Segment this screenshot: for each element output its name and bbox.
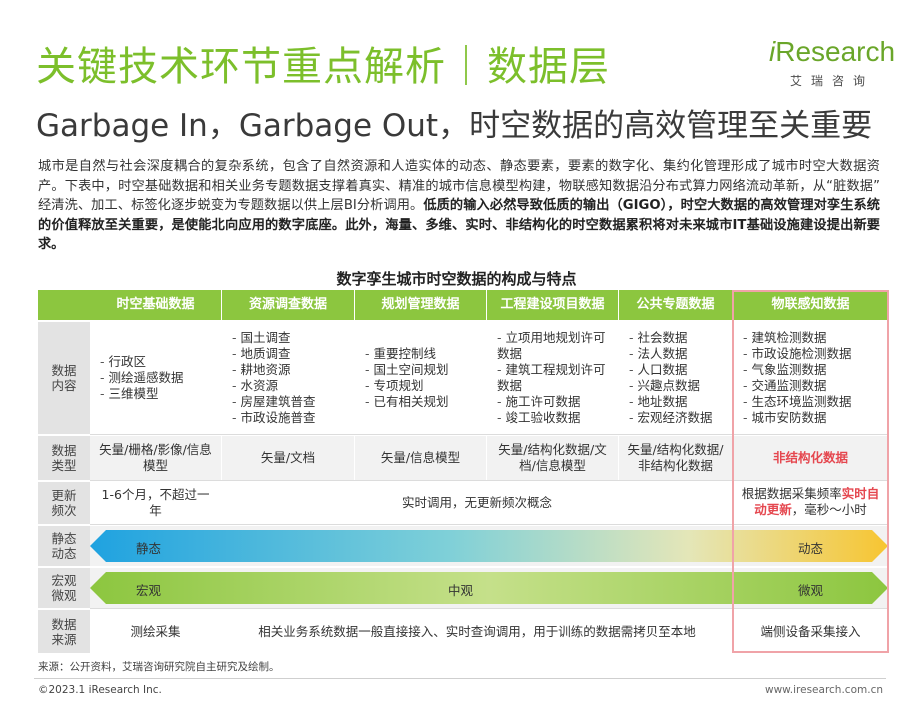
corner-cell xyxy=(38,290,90,320)
list-item: 气象监测数据 xyxy=(743,362,852,378)
type-planning: 矢量/信息模型 xyxy=(355,436,486,480)
list-item: 水资源 xyxy=(232,378,316,394)
col-header-iot: 物联感知数据 xyxy=(733,290,888,320)
type-resource: 矢量/文档 xyxy=(222,436,354,480)
static-dynamic-arrow xyxy=(90,530,888,562)
iresearch-logo: iResearch 艾瑞咨询 xyxy=(769,36,896,89)
list-item: 专项规划 xyxy=(365,378,449,394)
content-basic: 行政区 测绘遥感数据 三维模型 xyxy=(90,322,221,434)
row-divider xyxy=(90,524,888,525)
page-title: 关键技术环节重点解析｜数据层 xyxy=(36,44,610,90)
content-planning: 重要控制线 国土空间规划 专项规划 已有相关规划 xyxy=(355,322,486,434)
macro-label: 宏观 xyxy=(136,583,162,598)
source-note: 来源：公开资料，艾瑞咨询研究院自主研究及绘制。 xyxy=(38,661,280,673)
content-iot: 建筑检测数据 市政设施检测数据 气象监测数据 交通监测数据 生态环境监测数据 城… xyxy=(733,322,888,434)
meso-label: 中观 xyxy=(448,583,474,598)
row-divider xyxy=(90,434,888,435)
list-item: 人口数据 xyxy=(629,362,713,378)
list-item: 建筑检测数据 xyxy=(743,330,852,346)
intro-paragraph: 城市是自然与社会深度耦合的复杂系统，包含了自然资源和人造实体的动态、静态要素，要… xyxy=(38,157,880,255)
page-subtitle: Garbage In，Garbage Out，时空数据的高效管理至关重要 xyxy=(36,108,873,144)
list-item: 宏观经济数据 xyxy=(629,410,712,426)
row-label-content: 数据内容 xyxy=(38,322,90,434)
content-public: 社会数据 法人数据 人口数据 兴趣点数据 地址数据 宏观经济数据 xyxy=(619,322,732,434)
data-table: 时空基础数据 资源调查数据 规划管理数据 工程建设项目数据 公共专题数据 物联感… xyxy=(38,290,889,653)
row-divider xyxy=(90,480,888,481)
list-item: 社会数据 xyxy=(629,330,713,346)
update-basic: 1-6个月，不超过一年 xyxy=(101,487,210,518)
micro-label: 微观 xyxy=(798,583,824,598)
col-header-public: 公共专题数据 xyxy=(619,290,732,320)
col-header-resource: 资源调查数据 xyxy=(222,290,354,320)
list-item: 建筑工程规划许可数据 xyxy=(497,362,615,394)
list-item: 市政设施普查 xyxy=(232,410,315,426)
row-label-static-dynamic: 静态动态 xyxy=(38,526,90,566)
site-url: www.iresearch.com.cn xyxy=(764,684,883,696)
list-item: 城市安防数据 xyxy=(743,410,852,426)
list-item: 耕地资源 xyxy=(232,362,316,378)
list-item: 施工许可数据 xyxy=(497,394,615,410)
list-item: 已有相关规划 xyxy=(365,394,448,410)
update-iot-pre: 根据数据采集频率 xyxy=(741,486,842,501)
col-header-basic: 时空基础数据 xyxy=(90,290,221,320)
list-item: 国土调查 xyxy=(232,330,316,346)
source-iot: 端侧设备采集接入 xyxy=(760,623,861,639)
type-public: 矢量/结构化数据/非结构化数据 xyxy=(619,436,732,480)
list-item: 市政设施检测数据 xyxy=(743,346,851,362)
row-label-type: 数据类型 xyxy=(38,436,90,480)
list-item: 房屋建筑普查 xyxy=(232,394,315,410)
type-basic: 矢量/栅格/影像/信息模型 xyxy=(90,436,221,480)
row-label-scale: 宏观微观 xyxy=(38,568,90,608)
list-item: 行政区 xyxy=(100,354,184,370)
content-resource: 国土调查 地质调查 耕地资源 水资源 房屋建筑普查 市政设施普查 xyxy=(222,322,354,434)
footer-divider xyxy=(34,678,886,679)
list-item: 地址数据 xyxy=(629,394,713,410)
list-item: 立项用地规划许可数据 xyxy=(497,330,615,362)
content-engineering: 立项用地规划许可数据 建筑工程规划许可数据 施工许可数据 竣工验收数据 xyxy=(487,322,618,434)
list-item: 三维模型 xyxy=(100,386,184,402)
update-middle: 实时调用，无更新频次概念 xyxy=(401,495,552,510)
update-iot-post: ，毫秒～小时 xyxy=(791,502,867,517)
list-item: 地质调查 xyxy=(232,346,316,362)
row-label-source: 数据来源 xyxy=(38,610,90,653)
row-divider xyxy=(90,608,888,609)
source-middle: 相关业务系统数据一般直接接入、实时查询调用，用于训练的数据需拷贝至本地 xyxy=(258,623,696,639)
copyright: ©2023.1 iResearch Inc. xyxy=(38,684,162,696)
row-label-update: 更新频次 xyxy=(38,482,90,524)
list-item: 测绘遥感数据 xyxy=(100,370,183,386)
list-item: 竣工验收数据 xyxy=(497,410,615,426)
list-item: 交通监测数据 xyxy=(743,378,852,394)
type-iot: 非结构化数据 xyxy=(733,436,888,480)
scale-arrow xyxy=(90,572,888,604)
type-engineering: 矢量/结构化数据/文档/信息模型 xyxy=(487,436,618,480)
list-item: 法人数据 xyxy=(629,346,713,362)
dynamic-label: 动态 xyxy=(798,541,824,556)
list-item: 重要控制线 xyxy=(365,346,449,362)
list-item: 国土空间规划 xyxy=(365,362,448,378)
col-header-planning: 规划管理数据 xyxy=(355,290,486,320)
table-title: 数字孪生城市时空数据的构成与特点 xyxy=(336,270,577,288)
logo-chinese-name: 艾瑞咨询 xyxy=(789,74,874,88)
col-header-engineering: 工程建设项目数据 xyxy=(487,290,618,320)
update-iot: 根据数据采集频率实时自动更新，毫秒～小时 xyxy=(733,482,888,524)
list-item: 兴趣点数据 xyxy=(629,378,713,394)
static-label: 静态 xyxy=(136,541,162,556)
logo-wordmark: iResearch xyxy=(769,36,896,67)
list-item: 生态环境监测数据 xyxy=(743,394,851,410)
source-basic: 测绘采集 xyxy=(130,623,181,639)
